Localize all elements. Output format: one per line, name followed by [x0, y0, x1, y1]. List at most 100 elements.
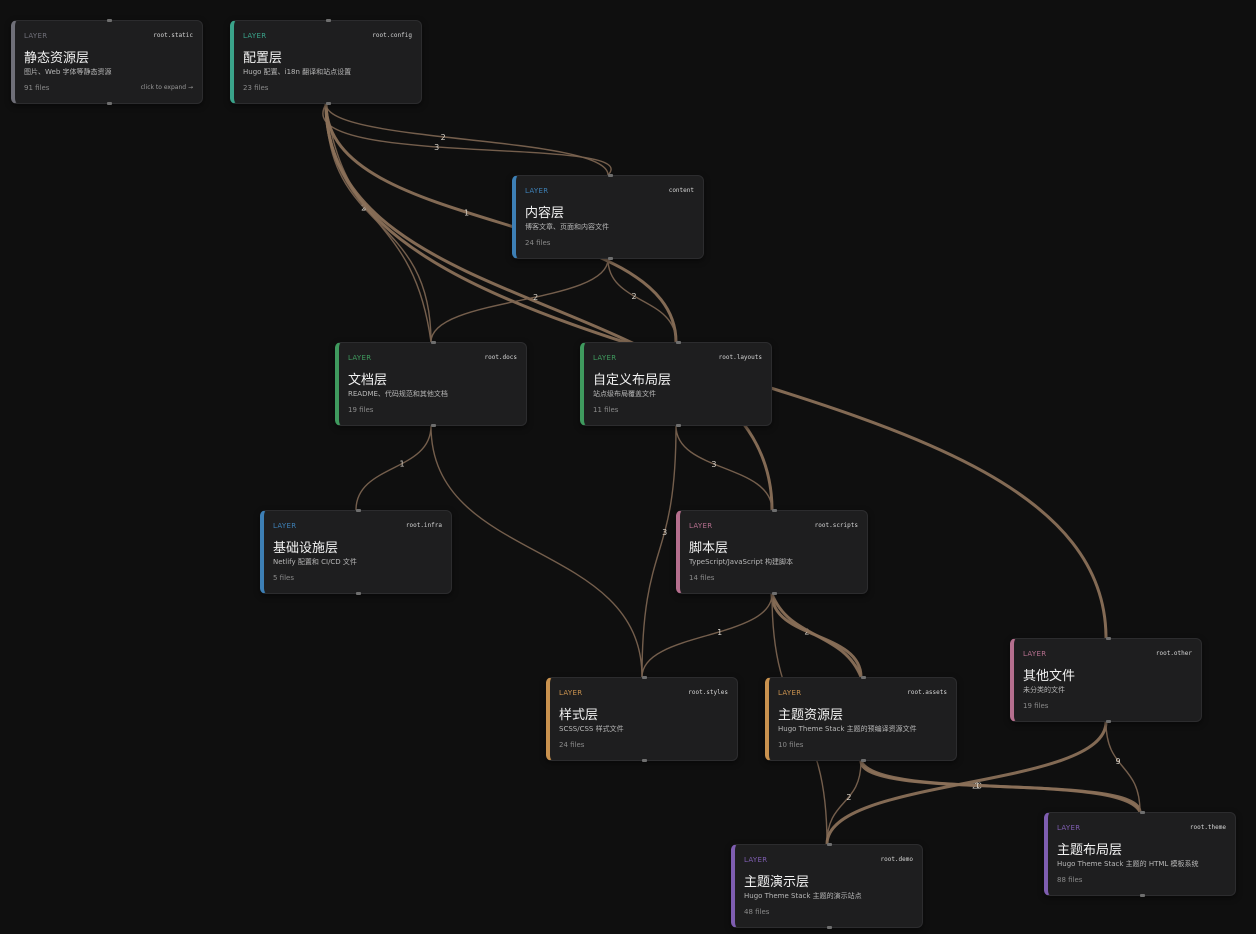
input-handle[interactable]: [355, 509, 361, 512]
edge-scripts-to-styles[interactable]: [641, 593, 773, 678]
node-id: root.assets: [907, 689, 947, 696]
layer-tag: LAYER: [525, 187, 549, 195]
output-handle[interactable]: [106, 102, 112, 105]
output-handle[interactable]: [355, 592, 361, 595]
output-handle[interactable]: [1105, 720, 1111, 723]
layer-node-static[interactable]: LAYER root.static 静态资源层 图片、Web 字体等静态资源 91 fi…: [11, 19, 203, 105]
output-handle[interactable]: [675, 424, 681, 427]
file-count: 19 files: [1023, 702, 1049, 710]
edge-label: 3: [662, 528, 667, 537]
layer-node-theme-demo[interactable]: LAYER root.demo 主题演示层 Hugo Theme Stack 主题的演…: [731, 843, 923, 929]
node-id: root.scripts: [814, 522, 858, 529]
file-count: 14 files: [689, 574, 715, 582]
node-id: root.styles: [688, 689, 728, 696]
node-title: 文档层: [348, 373, 388, 388]
input-handle[interactable]: [826, 843, 832, 846]
node-description: SCSS/CSS 样式文件: [559, 725, 624, 733]
node-title: 主题演示层: [744, 875, 810, 890]
edge-label: 9: [1115, 757, 1120, 766]
layer-tag: LAYER: [273, 522, 297, 530]
node-description: Hugo Theme Stack 主题的预编译资源文件: [778, 725, 917, 733]
layer-node-docs[interactable]: LAYER root.docs 文档层 README、代码规范和其他文档 19 file…: [335, 341, 527, 427]
output-handle[interactable]: [771, 592, 777, 595]
input-handle[interactable]: [860, 676, 866, 679]
input-handle[interactable]: [607, 174, 613, 177]
node-title: 内容层: [525, 206, 565, 221]
node-description: 站点级布局覆盖文件: [593, 390, 656, 398]
edges-layer: 232112 21 331 222019: [322, 103, 1142, 845]
node-id: root.config: [372, 32, 412, 39]
edge-label: 2: [441, 133, 446, 142]
node-id: root.theme: [1189, 824, 1226, 831]
layer-tag: LAYER: [593, 354, 617, 362]
node-title: 静态资源层: [24, 51, 90, 66]
node-description: README、代码规范和其他文档: [348, 390, 448, 398]
input-handle[interactable]: [675, 341, 681, 344]
output-handle[interactable]: [641, 759, 647, 762]
input-handle[interactable]: [1139, 811, 1145, 814]
input-handle[interactable]: [430, 341, 436, 344]
edge-docs-to-styles[interactable]: [430, 425, 643, 678]
file-count: 24 files: [559, 741, 585, 749]
node-title: 主题资源层: [778, 708, 844, 723]
node-description: 未分类的文件: [1023, 686, 1065, 694]
edge-custom-layouts-to-styles[interactable]: [641, 425, 677, 678]
layer-node-theme-layouts[interactable]: LAYER root.theme 主题布局层 Hugo Theme Stack 主题的…: [1044, 811, 1236, 897]
layer-tag: LAYER: [744, 856, 768, 864]
file-count: 10 files: [778, 741, 804, 749]
edge-config-to-scripts[interactable]: [324, 103, 774, 511]
file-count: 23 files: [243, 84, 269, 92]
layer-tag: LAYER: [243, 32, 267, 40]
layer-tag: LAYER: [559, 689, 583, 697]
edge-theme-assets-to-theme-layouts[interactable]: [859, 760, 1142, 813]
edge-scripts-to-theme-assets[interactable]: [770, 593, 863, 678]
node-id: content: [668, 187, 694, 194]
input-handle[interactable]: [106, 19, 112, 22]
output-handle[interactable]: [1139, 894, 1145, 897]
output-handle[interactable]: [607, 257, 613, 260]
layer-node-infra[interactable]: LAYER root.infra 基础设施层 Netlify 配置和 CI/CD 文件…: [260, 509, 452, 595]
layer-node-scripts[interactable]: LAYER root.scripts 脚本层 TypeScript/JavaScrip…: [676, 509, 868, 595]
expand-link[interactable]: click to expand →: [141, 84, 193, 91]
file-count: 5 files: [273, 574, 294, 582]
file-count: 88 files: [1057, 876, 1083, 884]
layer-node-theme-assets[interactable]: LAYER root.assets 主题资源层 Hugo Theme Stack 主题…: [765, 676, 957, 762]
node-description: Hugo Theme Stack 主题的 HTML 模板系统: [1057, 860, 1199, 868]
layer-node-other[interactable]: LAYER root.other 其他文件 未分类的文件 19 files: [1010, 637, 1202, 723]
layer-tag: LAYER: [689, 522, 713, 530]
input-handle[interactable]: [771, 509, 777, 512]
layer-node-config[interactable]: LAYER root.config 配置层 Hugo 配置、i18n 翻译和站点设置 2…: [230, 19, 422, 105]
output-handle[interactable]: [860, 759, 866, 762]
node-title: 自定义布局层: [593, 373, 672, 388]
input-handle[interactable]: [325, 19, 331, 22]
layer-node-custom-layouts[interactable]: LAYER root.layouts 自定义布局层 站点级布局覆盖文件 11 files: [580, 341, 772, 427]
edge-content-to-custom-layouts[interactable]: [607, 258, 677, 343]
layer-node-styles[interactable]: LAYER root.styles 样式层 SCSS/CSS 样式文件 24 files: [546, 676, 738, 762]
node-title: 脚本层: [689, 541, 729, 556]
output-handle[interactable]: [325, 102, 331, 105]
output-handle[interactable]: [430, 424, 436, 427]
layer-tag: LAYER: [778, 689, 802, 697]
node-id: root.infra: [405, 522, 442, 529]
input-handle[interactable]: [1105, 637, 1111, 640]
node-title: 样式层: [559, 708, 599, 723]
edge-custom-layouts-to-scripts[interactable]: [675, 425, 773, 511]
layer-node-content[interactable]: LAYER content 内容层 博客文章、页面和内容文件 24 files: [512, 174, 704, 260]
node-title: 配置层: [243, 51, 283, 66]
file-count: 48 files: [744, 908, 770, 916]
file-count: 11 files: [593, 406, 619, 414]
input-handle[interactable]: [641, 676, 647, 679]
edge-label: 2: [533, 293, 538, 302]
graph-canvas[interactable]: 2 3 2 1 1 2 2 1 3 3 1 2 2 20 1 9 LAYER root.static 静态资源层图…: [0, 0, 1256, 934]
file-count: 91 files: [24, 84, 50, 92]
edge-label: 3: [711, 460, 716, 469]
node-description: Netlify 配置和 CI/CD 文件: [273, 558, 357, 566]
edge-content-to-docs[interactable]: [430, 258, 609, 343]
edge-docs-to-infra[interactable]: [355, 425, 432, 511]
node-description: Hugo 配置、i18n 翻译和站点设置: [243, 68, 352, 76]
edge-config-to-docs[interactable]: [325, 103, 432, 343]
output-handle[interactable]: [826, 926, 832, 929]
edge-label: 2: [632, 292, 637, 301]
layer-tag: LAYER: [24, 32, 48, 40]
node-description: 图片、Web 字体等静态资源: [24, 68, 112, 76]
